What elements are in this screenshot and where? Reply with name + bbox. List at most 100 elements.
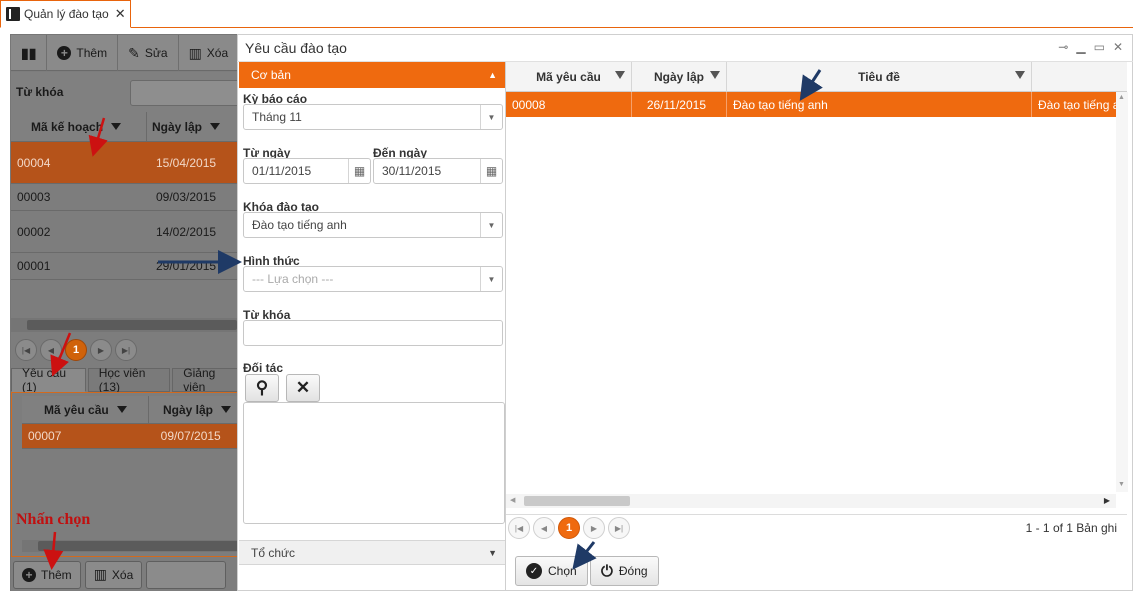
- row-title: Đào tạo tiếng anh: [727, 92, 1032, 117]
- col-date[interactable]: Ngày lập: [632, 62, 727, 92]
- filter-icon[interactable]: [116, 406, 127, 413]
- tab-teachers[interactable]: Giảng viên: [172, 366, 244, 394]
- current-page[interactable]: 1: [65, 339, 87, 361]
- course-select[interactable]: Đào tạo tiếng anh ▼: [243, 212, 503, 238]
- minimize-icon[interactable]: ▁: [1076, 40, 1085, 54]
- first-page-button[interactable]: |◀: [508, 517, 530, 539]
- section-basic-header[interactable]: Cơ bản ▲: [239, 62, 505, 88]
- period-select[interactable]: Tháng 11 ▼: [243, 104, 503, 130]
- background-toolbar: ▮▮ + Thêm ✎ Sửa ▥ Xóa: [11, 35, 245, 71]
- plan-row[interactable]: 00003 09/03/2015: [11, 184, 245, 211]
- row-extra: Đào tạo tiếng anh: [1038, 97, 1121, 112]
- calendar-icon[interactable]: ▦: [480, 159, 502, 183]
- collapse-icon[interactable]: ▲: [488, 70, 497, 80]
- plan-grid-header: Mã kế hoạch Ngày lập: [11, 111, 245, 142]
- vertical-scrollbar[interactable]: ▲ ▼: [1116, 92, 1128, 492]
- filter-icon[interactable]: [615, 71, 625, 79]
- chevron-down-icon[interactable]: ▼: [480, 267, 502, 291]
- add-request-button[interactable]: + Thêm: [13, 560, 81, 589]
- horizontal-scrollbar[interactable]: ◀ ▶: [506, 494, 1116, 508]
- delete-button[interactable]: ▥ Xóa: [179, 35, 239, 71]
- close-button[interactable]: ⏻ Đóng: [590, 556, 659, 586]
- close-icon[interactable]: ✕: [1113, 40, 1123, 54]
- filter-icon[interactable]: [210, 123, 221, 130]
- row-code: 00008: [506, 92, 632, 117]
- scroll-right-icon[interactable]: ▶: [1104, 496, 1110, 505]
- to-date-value: 30/11/2015: [382, 164, 442, 178]
- calendar-icon[interactable]: ▦: [348, 159, 370, 183]
- chevron-down-icon[interactable]: ▼: [480, 105, 502, 129]
- from-date-input[interactable]: 01/11/2015 ▦: [243, 158, 371, 184]
- col-plan-code[interactable]: Mã kế hoạch: [11, 120, 146, 134]
- form-placeholder: --- Lựa chọn ---: [252, 272, 334, 286]
- from-date-value: 01/11/2015: [252, 164, 312, 178]
- request-grid-header: Mã yêu cầu Ngày lập: [22, 395, 245, 424]
- filter-icon[interactable]: [710, 71, 720, 79]
- scroll-left-icon[interactable]: ◀: [510, 496, 515, 504]
- trash-icon: ▥: [188, 44, 202, 61]
- search-button[interactable]: ⚲: [245, 374, 279, 402]
- blank-button[interactable]: [146, 560, 227, 589]
- form-select[interactable]: --- Lựa chọn --- ▼: [243, 266, 503, 292]
- add-label: Thêm: [76, 46, 108, 60]
- dialog-title: Yêu cầu đào tạo: [237, 34, 1133, 62]
- binoculars-button[interactable]: ▮▮: [11, 35, 48, 71]
- pin-icon[interactable]: ⊸: [1058, 40, 1068, 54]
- plan-row[interactable]: 00001 29/01/2015: [11, 253, 245, 280]
- close-icon[interactable]: ✕: [115, 6, 126, 22]
- next-page-button[interactable]: ▶: [583, 517, 605, 539]
- choose-button[interactable]: ✓ Chọn: [515, 556, 588, 586]
- plan-row[interactable]: 00002 14/02/2015: [11, 211, 245, 253]
- col-extra[interactable]: [1032, 62, 1127, 92]
- request-row[interactable]: 00007 09/07/2015: [22, 424, 245, 449]
- dialog-pager: |◀ ◀ 1 ▶ ▶| 1 - 1 of 1 Bản ghi: [506, 514, 1127, 541]
- plan-grid-scrollbar[interactable]: [11, 318, 245, 332]
- tab-requests[interactable]: Yêu cầu (1): [11, 366, 86, 394]
- partner-list[interactable]: [243, 402, 505, 524]
- current-page[interactable]: 1: [558, 517, 580, 539]
- scroll-thumb[interactable]: [38, 541, 248, 551]
- keyword-field[interactable]: [243, 320, 503, 346]
- first-page-button[interactable]: |◀: [15, 339, 37, 361]
- delete-request-label: Xóa: [111, 567, 134, 582]
- scroll-thumb[interactable]: [27, 320, 237, 330]
- last-page-button[interactable]: ▶|: [115, 339, 137, 361]
- section-org-header[interactable]: Tổ chức ▼: [239, 540, 505, 565]
- to-date-input[interactable]: 30/11/2015 ▦: [373, 158, 503, 184]
- last-page-button[interactable]: ▶|: [608, 517, 630, 539]
- tab-students[interactable]: Học viên (13): [87, 366, 171, 394]
- col-title[interactable]: Tiêu đề: [727, 62, 1032, 92]
- prev-page-button[interactable]: ◀: [533, 517, 555, 539]
- course-value: Đào tạo tiếng anh: [252, 218, 347, 232]
- add-button[interactable]: + Thêm: [47, 35, 119, 71]
- notebook-icon: [6, 7, 20, 21]
- next-page-button[interactable]: ▶: [90, 339, 112, 361]
- col-request-code[interactable]: Mã yêu cầu: [22, 403, 148, 417]
- request-code: 00007: [28, 429, 62, 443]
- expand-icon[interactable]: ▼: [488, 548, 497, 558]
- filter-icon[interactable]: [1015, 71, 1025, 79]
- edit-button[interactable]: ✎ Sửa: [118, 35, 179, 71]
- col-plan-date[interactable]: Ngày lập: [146, 111, 245, 142]
- pager-buttons: |◀ ◀ 1 ▶ ▶|: [508, 517, 630, 539]
- scroll-down-icon[interactable]: ▼: [1118, 481, 1125, 488]
- scroll-up-icon[interactable]: ▲: [1118, 94, 1125, 101]
- maximize-icon[interactable]: ▭: [1094, 40, 1105, 54]
- keyword-input[interactable]: [130, 80, 245, 106]
- filter-icon[interactable]: [111, 123, 122, 130]
- prev-page-button[interactable]: ◀: [40, 339, 62, 361]
- app-tab[interactable]: Quản lý đào tạo ✕: [0, 0, 131, 28]
- chevron-down-icon[interactable]: ▼: [480, 213, 502, 237]
- request-grid-scrollbar[interactable]: [22, 540, 248, 552]
- clear-button[interactable]: ✕: [286, 374, 320, 402]
- plan-row[interactable]: 00004 15/04/2015: [11, 142, 245, 184]
- dialog-controls: ⊸ ▁ ▭ ✕: [1058, 40, 1123, 54]
- detail-tabs: Yêu cầu (1) Học viên (13) Giảng viên: [11, 366, 245, 394]
- request-row[interactable]: 00008 26/11/2015 Đào tạo tiếng anh Đào t…: [506, 92, 1121, 117]
- plan-code: 00004: [17, 155, 51, 170]
- delete-request-button[interactable]: ▥ Xóa: [84, 560, 143, 589]
- col-code[interactable]: Mã yêu cầu: [506, 62, 632, 92]
- filter-icon[interactable]: [221, 406, 232, 413]
- scroll-thumb[interactable]: [524, 496, 630, 506]
- col-request-date[interactable]: Ngày lập: [148, 395, 245, 424]
